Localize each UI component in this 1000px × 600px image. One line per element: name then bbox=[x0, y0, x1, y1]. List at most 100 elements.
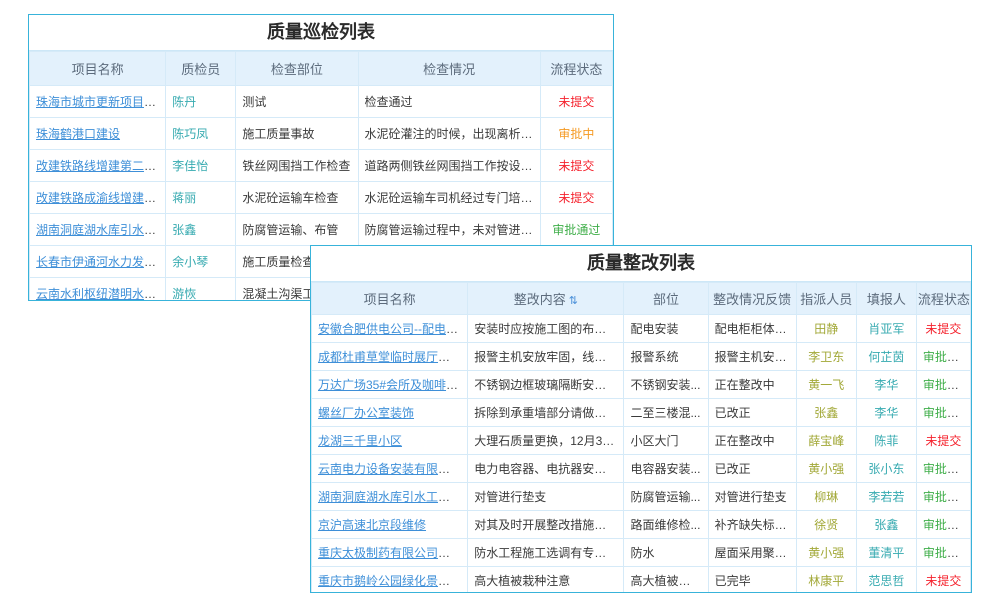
feedback-cell: 屋面采用聚氨... bbox=[708, 539, 796, 567]
inspector-name: 余小琴 bbox=[172, 255, 208, 269]
project-link[interactable]: 京沪高速北京段维修 bbox=[318, 518, 426, 532]
check-part-cell: 防腐管运输、布管 bbox=[236, 214, 358, 246]
table-row: 成都杜甫草堂临时展厅独立展... 报警主机安放牢固，线缆连接... 报警系统 报… bbox=[312, 343, 971, 371]
reporter-name: 董清平 bbox=[868, 546, 904, 560]
assignee-name: 林康平 bbox=[808, 574, 844, 588]
col-header-flow-status: 流程状态 bbox=[916, 283, 970, 315]
rectify-content-cell: 拆除到承重墙部分请做好加固... bbox=[468, 399, 624, 427]
feedback-cell: 正在整改中 bbox=[708, 371, 796, 399]
rectify-content-cell: 对管进行垫支 bbox=[468, 483, 624, 511]
col-header-feedback: 整改情况反馈 bbox=[708, 283, 796, 315]
table-row: 螺丝厂办公室装饰 拆除到承重墙部分请做好加固... 二至三楼混... 已改正 张… bbox=[312, 399, 971, 427]
col-header-reporter: 填报人 bbox=[856, 283, 916, 315]
inspector-name: 蒋丽 bbox=[172, 191, 196, 205]
project-link[interactable]: 重庆太极制药有限公司亳州中... bbox=[318, 546, 468, 560]
reporter-name: 肖亚军 bbox=[868, 322, 904, 336]
table-row: 重庆市鹅岭公园绿化景观提升... 高大植被栽种注意 高大植被栽种 已完毕 林康平… bbox=[312, 567, 971, 594]
project-link[interactable]: 龙湖三千里小区 bbox=[318, 434, 402, 448]
project-link[interactable]: 重庆市鹅岭公园绿化景观提升... bbox=[318, 574, 468, 588]
inspection-header-row: 项目名称 质检员 检查部位 检查情况 流程状态 bbox=[30, 52, 613, 86]
part-cell: 配电安装 bbox=[624, 315, 708, 343]
project-link[interactable]: 安徽合肥供电公司--配电设备... bbox=[318, 322, 468, 336]
inspection-list-title: 质量巡检列表 bbox=[29, 15, 613, 51]
table-row: 万达广场35#会所及咖啡厅空... 不锈钢边框玻璃隔断安装不牢... 不锈钢安装… bbox=[312, 371, 971, 399]
table-row: 改建铁路成渝线增建第... 蒋丽 水泥砼运输车检查 水泥砼运输车司机经过专门培训… bbox=[30, 182, 613, 214]
project-link[interactable]: 长春市伊通河水力发电... bbox=[36, 255, 166, 269]
rectification-header-row: 项目名称 整改内容⇅ 部位 整改情况反馈 指派人员 填报人 流程状态 bbox=[312, 283, 971, 315]
part-cell: 报警系统 bbox=[624, 343, 708, 371]
status-badge: 审批中 bbox=[558, 127, 594, 141]
status-badge: 审批通过 bbox=[923, 378, 971, 392]
col-header-rectify-content-label: 整改内容 bbox=[514, 292, 566, 307]
project-link[interactable]: 改建铁路成渝线增建第... bbox=[36, 191, 166, 205]
feedback-cell: 已改正 bbox=[708, 455, 796, 483]
rectify-content-cell: 高大植被栽种注意 bbox=[468, 567, 624, 594]
rectify-content-cell: 安装时应按施工图的布置，将... bbox=[468, 315, 624, 343]
assignee-name: 田静 bbox=[814, 322, 838, 336]
table-row: 安徽合肥供电公司--配电设备... 安装时应按施工图的布置，将... 配电安装 … bbox=[312, 315, 971, 343]
project-link[interactable]: 湖南洞庭湖水库引水工程施工1... bbox=[318, 490, 468, 504]
reporter-name: 陈菲 bbox=[874, 434, 898, 448]
status-badge: 审批通过 bbox=[552, 223, 600, 237]
project-link[interactable]: 万达广场35#会所及咖啡厅空... bbox=[318, 378, 468, 392]
status-badge: 审批通过 bbox=[923, 490, 971, 504]
table-row: 云南电力设备安装有限公司20... 电力电容器、电抗器安装方案,... 电容器安… bbox=[312, 455, 971, 483]
check-part-cell: 测试 bbox=[236, 86, 358, 118]
assignee-name: 李卫东 bbox=[808, 350, 844, 364]
part-cell: 小区大门 bbox=[624, 427, 708, 455]
status-badge: 未提交 bbox=[925, 574, 961, 588]
table-row: 湖南洞庭湖水库引水工... 张鑫 防腐管运输、布管 防腐管运输过程中，未对管进行… bbox=[30, 214, 613, 246]
project-link[interactable]: 成都杜甫草堂临时展厅独立展... bbox=[318, 350, 468, 364]
reporter-name: 李若若 bbox=[868, 490, 904, 504]
inspector-name: 游恢 bbox=[172, 287, 196, 301]
feedback-cell: 补齐缺失标志... bbox=[708, 511, 796, 539]
project-link[interactable]: 云南水利枢纽潜明水库... bbox=[36, 287, 166, 301]
table-row: 龙湖三千里小区 大理石质量更换，12月31日之... 小区大门 正在整改中 薛宝… bbox=[312, 427, 971, 455]
project-link[interactable]: 螺丝厂办公室装饰 bbox=[318, 406, 414, 420]
status-badge: 审批通过 bbox=[923, 518, 971, 532]
feedback-cell: 已改正 bbox=[708, 399, 796, 427]
part-cell: 二至三楼混... bbox=[624, 399, 708, 427]
check-situation-cell: 水泥砼灌注的时候，出现离析现象 bbox=[358, 118, 540, 150]
status-badge: 审批通过 bbox=[923, 406, 971, 420]
status-badge: 审批通过 bbox=[923, 462, 971, 476]
rectification-list-panel: 质量整改列表 项目名称 整改内容⇅ 部位 整改情况反馈 指派人员 填报人 流程状… bbox=[310, 245, 972, 593]
part-cell: 电容器安装... bbox=[624, 455, 708, 483]
feedback-cell: 已完毕 bbox=[708, 567, 796, 594]
project-link[interactable]: 湖南洞庭湖水库引水工... bbox=[36, 223, 166, 237]
col-header-project-name: 项目名称 bbox=[312, 283, 468, 315]
project-link[interactable]: 珠海市城市更新项目紫... bbox=[36, 95, 166, 109]
col-header-rectify-content: 整改内容⇅ bbox=[468, 283, 624, 315]
project-link[interactable]: 改建铁路线增建第二线... bbox=[36, 159, 166, 173]
rectify-content-cell: 防水工程施工选调有专业资质... bbox=[468, 539, 624, 567]
assignee-name: 薛宝峰 bbox=[808, 434, 844, 448]
reporter-name: 何芷茵 bbox=[868, 350, 904, 364]
feedback-cell: 配电柜柜体与... bbox=[708, 315, 796, 343]
inspector-name: 陈巧凤 bbox=[172, 127, 208, 141]
feedback-cell: 正在整改中 bbox=[708, 427, 796, 455]
feedback-cell: 报警主机安放... bbox=[708, 343, 796, 371]
sort-icon[interactable]: ⇅ bbox=[569, 295, 578, 307]
col-header-flow-status: 流程状态 bbox=[540, 52, 612, 86]
rectification-list-title: 质量整改列表 bbox=[311, 246, 971, 282]
assignee-name: 黄小强 bbox=[808, 546, 844, 560]
status-badge: 未提交 bbox=[925, 322, 961, 336]
reporter-name: 李华 bbox=[874, 378, 898, 392]
project-link[interactable]: 珠海鹤港口建设 bbox=[36, 127, 120, 141]
status-badge: 审批通过 bbox=[923, 546, 971, 560]
reporter-name: 张小东 bbox=[868, 462, 904, 476]
col-header-assignee: 指派人员 bbox=[796, 283, 856, 315]
table-row: 珠海鹤港口建设 陈巧凤 施工质量事故 水泥砼灌注的时候，出现离析现象 审批中 bbox=[30, 118, 613, 150]
part-cell: 高大植被栽种 bbox=[624, 567, 708, 594]
part-cell: 不锈钢安装... bbox=[624, 371, 708, 399]
status-badge: 未提交 bbox=[925, 434, 961, 448]
assignee-name: 张鑫 bbox=[814, 406, 838, 420]
status-badge: 未提交 bbox=[558, 95, 594, 109]
reporter-name: 李华 bbox=[874, 406, 898, 420]
inspector-name: 张鑫 bbox=[172, 223, 196, 237]
project-link[interactable]: 云南电力设备安装有限公司20... bbox=[318, 462, 468, 476]
check-situation-cell: 道路两侧铁丝网围挡工作按设计... bbox=[358, 150, 540, 182]
table-row: 重庆太极制药有限公司亳州中... 防水工程施工选调有专业资质... 防水 屋面采… bbox=[312, 539, 971, 567]
check-part-cell: 水泥砼运输车检查 bbox=[236, 182, 358, 214]
rectify-content-cell: 对其及时开展整改措施，桥头... bbox=[468, 511, 624, 539]
